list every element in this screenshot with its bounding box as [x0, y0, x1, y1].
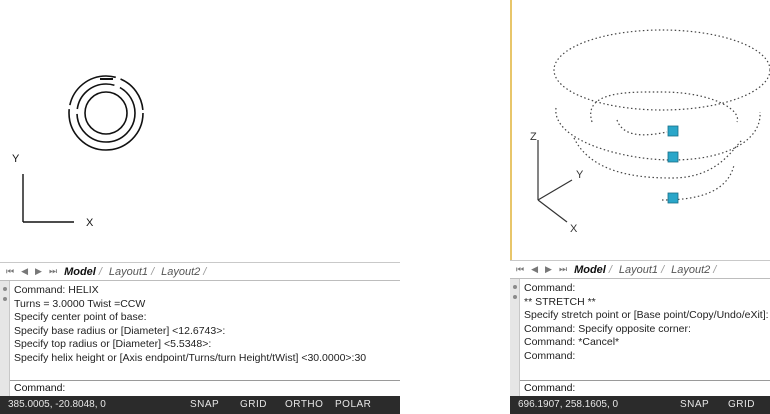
tab-model[interactable]: Model	[571, 264, 609, 276]
tab-layout1[interactable]: Layout1	[616, 264, 661, 276]
next-tab-icon[interactable]: ▶	[545, 264, 552, 275]
ucs-axis-icon	[22, 174, 74, 223]
helix-3d[interactable]	[553, 29, 770, 201]
coordinate-readout: 696.1907, 258.1605, 0	[518, 399, 619, 410]
helix-plan-view[interactable]	[68, 75, 144, 151]
history-line: Turns = 3.0000 Twist =CCW	[14, 297, 146, 310]
history-line: Specify helix height or [Axis endpoint/T…	[14, 351, 367, 364]
ucs-y-label: Y	[576, 169, 584, 181]
right-autocad-panel: Z Y X ⏮ ◀ ▶ ⏭ Model / Layout1 / Layout2 …	[510, 0, 770, 414]
coordinate-readout: 385.0005, -20.8048, 0	[8, 399, 106, 410]
snap-toggle[interactable]: SNAP	[190, 396, 219, 414]
first-tab-icon[interactable]: ⏮	[6, 266, 14, 277]
tab-layout1[interactable]: Layout1	[106, 266, 151, 278]
status-bar: 696.1907, 258.1605, 0 SNAP GRID	[510, 396, 770, 414]
history-line: Specify center point of base:	[14, 311, 147, 324]
ucs-y-label: Y	[12, 153, 20, 165]
command-input[interactable]: Command:	[10, 380, 400, 396]
command-history: Command: HELIX Turns = 3.0000 Twist =CCW…	[14, 284, 398, 366]
history-line: Command: HELIX	[14, 284, 99, 296]
command-input[interactable]: Command:	[520, 380, 770, 396]
model-viewport[interactable]: Y X	[0, 0, 400, 262]
grid-toggle[interactable]: GRID	[240, 396, 267, 414]
history-line: ** STRETCH **	[524, 295, 596, 308]
left-autocad-panel: Y X ⏮ ◀ ▶ ⏭ Model / Layout1 / Layout2 / …	[0, 0, 400, 414]
ucs-3d-axis-icon	[537, 140, 573, 223]
prev-tab-icon[interactable]: ◀	[531, 264, 538, 275]
polar-toggle[interactable]: POLAR	[335, 396, 371, 414]
command-window-grip[interactable]	[510, 279, 520, 396]
ucs-x-label: X	[86, 217, 94, 229]
ucs-z-label: Z	[530, 131, 537, 143]
command-window: Command: ** STRETCH ** Specify stretch p…	[510, 278, 770, 396]
layout-tab-bar: ⏮ ◀ ▶ ⏭ Model / Layout1 / Layout2 /	[0, 262, 400, 280]
model-viewport-3d[interactable]: Z Y X	[510, 0, 770, 260]
grip[interactable]	[667, 125, 679, 204]
prev-tab-icon[interactable]: ◀	[21, 266, 28, 277]
command-window-grip[interactable]	[0, 281, 10, 396]
history-line: Command: *Cancel*	[524, 336, 620, 349]
last-tab-icon[interactable]: ⏭	[49, 266, 57, 277]
next-tab-icon[interactable]: ▶	[35, 266, 42, 277]
history-line: Command:	[524, 349, 576, 362]
snap-toggle[interactable]: SNAP	[680, 396, 709, 414]
tab-layout2[interactable]: Layout2	[158, 266, 203, 278]
history-line: Specify top radius or [Diameter] <5.5348…	[14, 338, 212, 351]
command-history: Command: ** STRETCH ** Specify stretch p…	[524, 282, 768, 364]
ucs-x-label: X	[570, 223, 578, 235]
history-line: Command:	[524, 282, 576, 294]
first-tab-icon[interactable]: ⏮	[516, 264, 524, 275]
history-line: Specify base radius or [Diameter] <12.67…	[14, 324, 226, 337]
status-bar: 385.0005, -20.8048, 0 SNAP GRID ORTHO PO…	[0, 396, 400, 414]
history-line: Specify stretch point or [Base point/Cop…	[524, 309, 768, 322]
layout-tab-bar: ⏮ ◀ ▶ ⏭ Model / Layout1 / Layout2 /	[510, 260, 770, 278]
grid-toggle[interactable]: GRID	[728, 396, 755, 414]
ortho-toggle[interactable]: ORTHO	[285, 396, 323, 414]
history-line: Command: Specify opposite corner:	[524, 322, 691, 335]
last-tab-icon[interactable]: ⏭	[559, 264, 567, 275]
tab-model[interactable]: Model	[61, 266, 99, 278]
command-window: Command: HELIX Turns = 3.0000 Twist =CCW…	[0, 280, 400, 396]
tab-layout2[interactable]: Layout2	[668, 264, 713, 276]
